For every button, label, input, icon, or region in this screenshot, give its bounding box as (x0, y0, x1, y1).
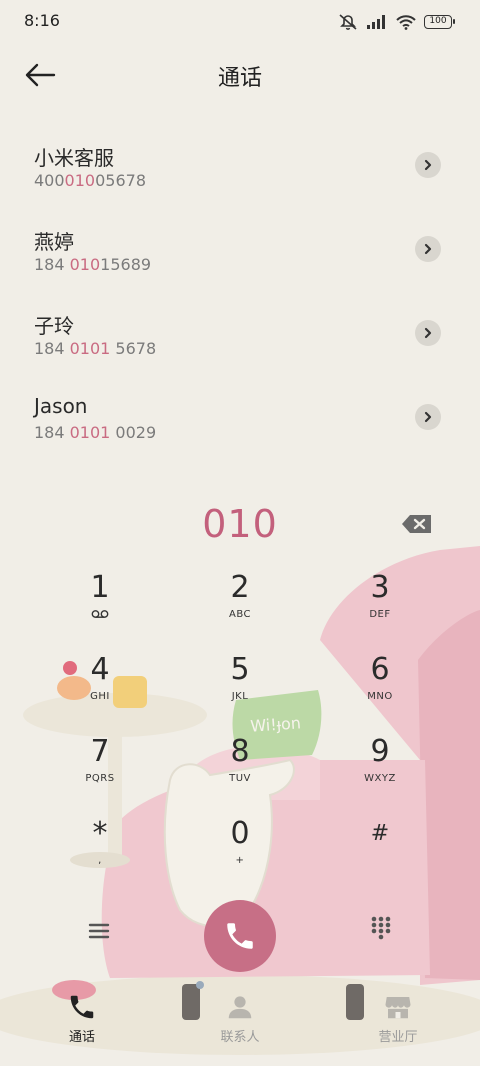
wifi-icon (396, 15, 416, 30)
key-6[interactable]: 6 MNO (320, 652, 440, 722)
nav-label: 通话 (68, 1030, 95, 1045)
key-digit: 6 (370, 652, 390, 687)
number-suffix: 0029 (110, 423, 157, 442)
key-digit: 8 (230, 734, 250, 769)
contact-number: 184 01015689 (34, 255, 151, 274)
call-button[interactable] (204, 900, 276, 972)
contact-number: 184 0101 5678 (34, 339, 156, 358)
key-4[interactable]: 4 GHI (40, 652, 160, 722)
key-9[interactable]: 9 WXYZ (320, 734, 440, 804)
key-letters: GHI (90, 691, 110, 702)
nav-calls[interactable]: 通话 (22, 990, 142, 1046)
key-digit: 0 (230, 816, 250, 851)
contact-name: 燕婷 (34, 230, 74, 254)
number-prefix: 184 (34, 339, 70, 358)
contact-person-icon (228, 996, 252, 1019)
key-digit: 1 (90, 570, 110, 605)
contact-row[interactable]: Jason 184 0101 0029 (0, 374, 480, 458)
contact-list: 小米客服 40001005678 燕婷 184 01015689 子玲 184 … (0, 122, 480, 458)
phone-icon (70, 995, 94, 1019)
key-8[interactable]: 8 TUV (180, 734, 300, 804)
voicemail-icon (40, 609, 160, 623)
key-1[interactable]: 1 (40, 570, 160, 640)
key-hash[interactable]: # (320, 816, 440, 886)
contact-row[interactable]: 小米客服 40001005678 (0, 122, 480, 206)
phone-icon (227, 923, 253, 949)
key-0[interactable]: 0 + (180, 816, 300, 886)
signal-icon (367, 15, 385, 29)
key-digit: 4 (90, 652, 110, 687)
mute-bell-icon (339, 14, 357, 30)
key-letters: ABC (228, 609, 251, 620)
contact-row[interactable]: 子玲 184 0101 5678 (0, 290, 480, 374)
key-letters: TUV (229, 773, 251, 784)
backspace-button[interactable] (400, 512, 434, 536)
backspace-icon (402, 515, 431, 533)
contact-detail-button[interactable] (415, 404, 441, 430)
number-match: 010 (69, 255, 101, 274)
key-letters: DEF (369, 609, 391, 620)
key-digit: 3 (370, 570, 390, 605)
nav-label: 营业厅 (378, 1030, 418, 1045)
number-suffix: 05678 (95, 171, 146, 190)
key-3[interactable]: 3 DEF (320, 570, 440, 640)
contact-number: 184 0101 0029 (34, 423, 156, 442)
cat-tag (196, 981, 204, 989)
menu-button[interactable] (84, 916, 114, 946)
key-letters: , (98, 855, 102, 866)
key-digit: 7 (90, 734, 110, 769)
menu-icon (88, 923, 110, 939)
store-icon (385, 997, 411, 1019)
dial-display: 010 (0, 500, 480, 550)
nav-contacts[interactable]: 联系人 (180, 990, 300, 1046)
page-title: 通话 (217, 66, 262, 91)
contact-row[interactable]: 燕婷 184 01015689 (0, 206, 480, 290)
key-letters: JKL (231, 691, 249, 702)
chevron-right-icon (424, 243, 432, 255)
dialpad-icon (371, 916, 391, 940)
key-letters: MNO (367, 691, 393, 702)
key-letters: WXYZ (364, 773, 396, 784)
number-suffix: 5678 (110, 339, 157, 358)
key-digit: # (370, 821, 390, 846)
status-bar: 8:16 100 (0, 0, 480, 44)
key-digit: 2 (230, 570, 250, 605)
key-letters: PQRS (85, 773, 115, 784)
number-prefix: 184 (34, 255, 70, 274)
battery-icon: 100 (424, 15, 455, 29)
key-5[interactable]: 5 JKL (180, 652, 300, 722)
bottom-nav: 通话 联系人 营业厅 (0, 990, 480, 1050)
header: 通话 (0, 50, 480, 100)
chevron-right-icon (424, 159, 432, 171)
key-letters: + (235, 855, 245, 866)
key-digit: 5 (230, 652, 250, 687)
contact-detail-button[interactable] (415, 320, 441, 346)
key-letters (320, 855, 440, 869)
contact-name: 子玲 (34, 314, 74, 338)
nav-store[interactable]: 营业厅 (338, 990, 458, 1046)
number-suffix: 15689 (100, 255, 152, 274)
contact-number: 40001005678 (34, 171, 146, 190)
contact-name: 小米客服 (34, 146, 114, 170)
key-star[interactable]: * , (40, 816, 160, 886)
key-2[interactable]: 2 ABC (180, 570, 300, 640)
number-match: 0101 (69, 423, 111, 442)
action-row (0, 900, 480, 972)
number-prefix: 400 (34, 171, 65, 190)
key-digit: 9 (370, 734, 390, 769)
number-prefix: 184 (34, 423, 70, 442)
nav-label: 联系人 (220, 1030, 260, 1045)
contact-detail-button[interactable] (415, 236, 441, 262)
key-7[interactable]: 7 PQRS (40, 734, 160, 804)
contact-name: Jason (34, 394, 88, 418)
status-time: 8:16 (24, 11, 60, 30)
contact-detail-button[interactable] (415, 152, 441, 178)
keypad-toggle-button[interactable] (366, 912, 396, 942)
number-match: 010 (64, 171, 96, 190)
chevron-right-icon (424, 411, 432, 423)
number-match: 0101 (69, 339, 111, 358)
chevron-right-icon (424, 327, 432, 339)
key-digit: * (92, 816, 108, 851)
status-icons: 100 (338, 12, 455, 32)
